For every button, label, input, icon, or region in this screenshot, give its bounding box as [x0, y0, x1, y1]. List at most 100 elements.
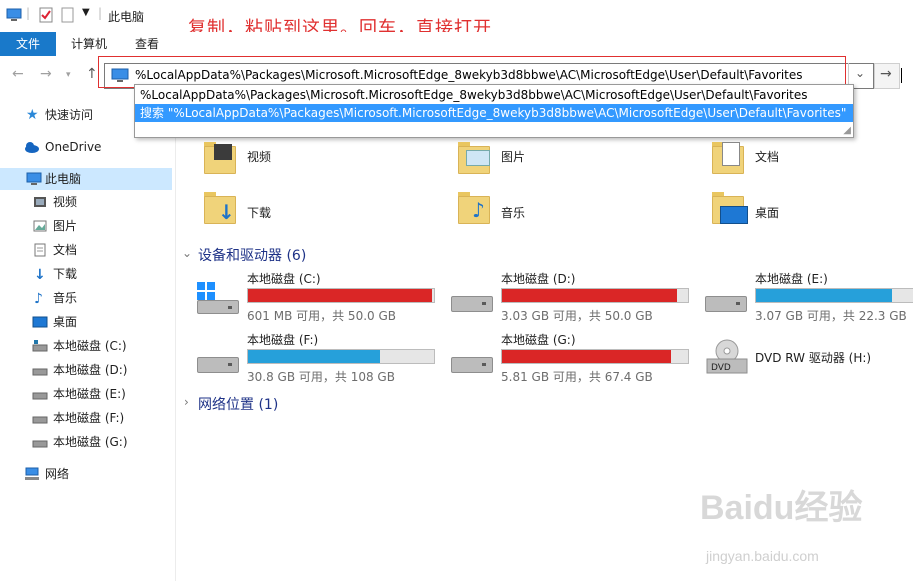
network-icon	[25, 467, 39, 480]
sidebar-item-label: 快速访问	[45, 108, 94, 122]
up-arrow-icon[interactable]: ↑	[86, 66, 98, 82]
sidebar-item-drive-f[interactable]: 本地磁盘 (F:)	[0, 407, 172, 429]
navigation-pane: ★ 快速访问 OneDrive 此电脑 视频 图片 文档 ↓ 下载 ♪ 音乐 桌…	[0, 96, 176, 581]
svg-text:DVD: DVD	[711, 363, 731, 373]
sidebar-item-music[interactable]: ♪ 音乐	[0, 287, 172, 309]
sidebar-item-pictures[interactable]: 图片	[0, 215, 172, 237]
folder-label[interactable]: 下载	[247, 204, 271, 221]
document-icon	[34, 243, 46, 257]
folder-videos-icon[interactable]	[204, 140, 238, 174]
folder-label[interactable]: 图片	[501, 148, 525, 165]
dvd-drive-icon: DVD	[706, 339, 748, 374]
new-folder-icon[interactable]	[60, 7, 76, 23]
drive-icon	[451, 296, 493, 312]
folder-music-icon[interactable]: ♪	[458, 190, 492, 224]
sidebar-item-label: 音乐	[53, 291, 78, 305]
chevron-down-icon: ⌄	[855, 66, 866, 80]
sidebar-item-label: 下载	[53, 267, 78, 281]
folder-label[interactable]: 文档	[755, 148, 779, 165]
drive-name: 本地磁盘 (F:)	[247, 333, 319, 347]
drive-icon	[705, 296, 747, 312]
sidebar-item-drive-g[interactable]: 本地磁盘 (G:)	[0, 431, 172, 453]
sidebar-item-this-pc[interactable]: 此电脑	[0, 168, 172, 190]
suggestion-item-search[interactable]: 搜索 "%LocalAppData%\Packages\Microsoft.Mi…	[135, 104, 853, 122]
sidebar-item-downloads[interactable]: ↓ 下载	[0, 263, 172, 285]
tab-file[interactable]: 文件	[0, 32, 56, 56]
drive-usage-bar	[247, 349, 435, 364]
drive-e[interactable]: 本地磁盘 (E:) 3.07 GB 可用，共 22.3 GB	[705, 270, 913, 325]
sidebar-item-drive-d[interactable]: 本地磁盘 (D:)	[0, 359, 172, 381]
separator: |	[98, 6, 103, 20]
resize-grip-icon[interactable]: ◢	[843, 125, 851, 136]
sidebar-item-desktop[interactable]: 桌面	[0, 311, 172, 333]
sidebar-item-label: OneDrive	[45, 140, 102, 154]
windows-logo-icon	[197, 282, 215, 300]
chevron-right-icon[interactable]: ›	[184, 395, 189, 409]
forward-arrow-icon[interactable]: →	[40, 66, 52, 82]
sidebar-item-label: 本地磁盘 (G:)	[53, 435, 128, 449]
quick-access-dropdown-icon[interactable]: ▼	[82, 7, 90, 18]
folder-label[interactable]: 桌面	[755, 204, 779, 221]
music-icon: ♪	[34, 291, 43, 307]
chevron-down-icon[interactable]: ⌄	[182, 246, 192, 260]
go-button[interactable]: →	[874, 63, 900, 89]
sidebar-item-documents[interactable]: 文档	[0, 239, 172, 261]
tab-computer[interactable]: 计算机	[62, 32, 116, 56]
network-section-title[interactable]: 网络位置 (1)	[198, 394, 278, 414]
picture-icon	[33, 220, 47, 232]
sidebar-item-label: 本地磁盘 (E:)	[53, 387, 126, 401]
watermark-url: jingyan.baidu.com	[706, 548, 819, 564]
drive-icon	[32, 440, 48, 448]
devices-section-title[interactable]: 设备和驱动器 (6)	[198, 245, 306, 265]
separator: |	[26, 6, 31, 20]
drive-c[interactable]: 本地磁盘 (C:) 601 MB 可用，共 50.0 GB	[197, 270, 437, 325]
drive-icon	[32, 392, 48, 400]
drive-name: DVD RW 驱动器 (H:)	[755, 351, 872, 365]
sidebar-item-label: 本地磁盘 (F:)	[53, 411, 125, 425]
folder-documents-icon[interactable]	[712, 140, 746, 174]
drive-name: 本地磁盘 (C:)	[247, 272, 321, 286]
folder-label[interactable]: 视频	[247, 148, 271, 165]
drive-usage-bar	[501, 288, 689, 303]
back-arrow-icon[interactable]: ←	[12, 66, 24, 82]
drive-f[interactable]: 本地磁盘 (F:) 30.8 GB 可用，共 108 GB	[197, 331, 437, 386]
folder-pictures-icon[interactable]	[458, 140, 492, 174]
address-suggestions: %LocalAppData%\Packages\Microsoft.Micros…	[134, 84, 854, 138]
sidebar-item-drive-c[interactable]: 本地磁盘 (C:)	[0, 335, 172, 357]
sidebar-item-drive-e[interactable]: 本地磁盘 (E:)	[0, 383, 172, 405]
sidebar-item-label: 此电脑	[45, 172, 82, 186]
sidebar-item-network[interactable]: 网络	[0, 463, 172, 485]
sidebar-item-label: 本地磁盘 (D:)	[53, 363, 128, 377]
suggestion-item[interactable]: %LocalAppData%\Packages\Microsoft.Micros…	[135, 86, 853, 104]
star-icon: ★	[26, 107, 39, 123]
recent-locations-icon[interactable]: ▾	[66, 70, 71, 80]
drive-icon	[32, 368, 48, 376]
drive-h[interactable]: DVD DVD RW 驱动器 (H:)	[705, 335, 913, 380]
video-icon	[34, 197, 46, 207]
cloud-icon	[25, 142, 39, 153]
folder-desktop-icon[interactable]	[712, 190, 748, 224]
drive-free-space: 5.81 GB 可用，共 67.4 GB	[501, 370, 653, 384]
drive-d[interactable]: 本地磁盘 (D:) 3.03 GB 可用，共 50.0 GB	[451, 270, 691, 325]
computer-icon	[26, 172, 42, 185]
drive-icon	[451, 357, 493, 373]
sidebar-item-label: 本地磁盘 (C:)	[53, 339, 127, 353]
drive-g[interactable]: 本地磁盘 (G:) 5.81 GB 可用，共 67.4 GB	[451, 331, 691, 386]
desktop-icon	[32, 316, 48, 328]
drive-free-space: 30.8 GB 可用，共 108 GB	[247, 370, 395, 384]
drive-icon	[32, 340, 48, 352]
drive-free-space: 3.03 GB 可用，共 50.0 GB	[501, 309, 653, 323]
tab-view[interactable]: 查看	[124, 32, 170, 56]
folder-label[interactable]: 音乐	[501, 204, 525, 221]
drive-icon	[197, 357, 239, 373]
sidebar-item-videos[interactable]: 视频	[0, 191, 172, 213]
sidebar-item-label: 网络	[45, 467, 70, 481]
properties-icon[interactable]	[38, 7, 54, 23]
sidebar-item-label: 图片	[53, 219, 78, 233]
drive-free-space: 601 MB 可用，共 50.0 GB	[247, 309, 396, 323]
drive-name: 本地磁盘 (E:)	[755, 272, 828, 286]
computer-icon	[6, 8, 22, 21]
folder-downloads-icon[interactable]: ↓	[204, 190, 238, 224]
sidebar-item-onedrive[interactable]: OneDrive	[0, 136, 172, 158]
window-title: 此电脑	[108, 10, 145, 24]
